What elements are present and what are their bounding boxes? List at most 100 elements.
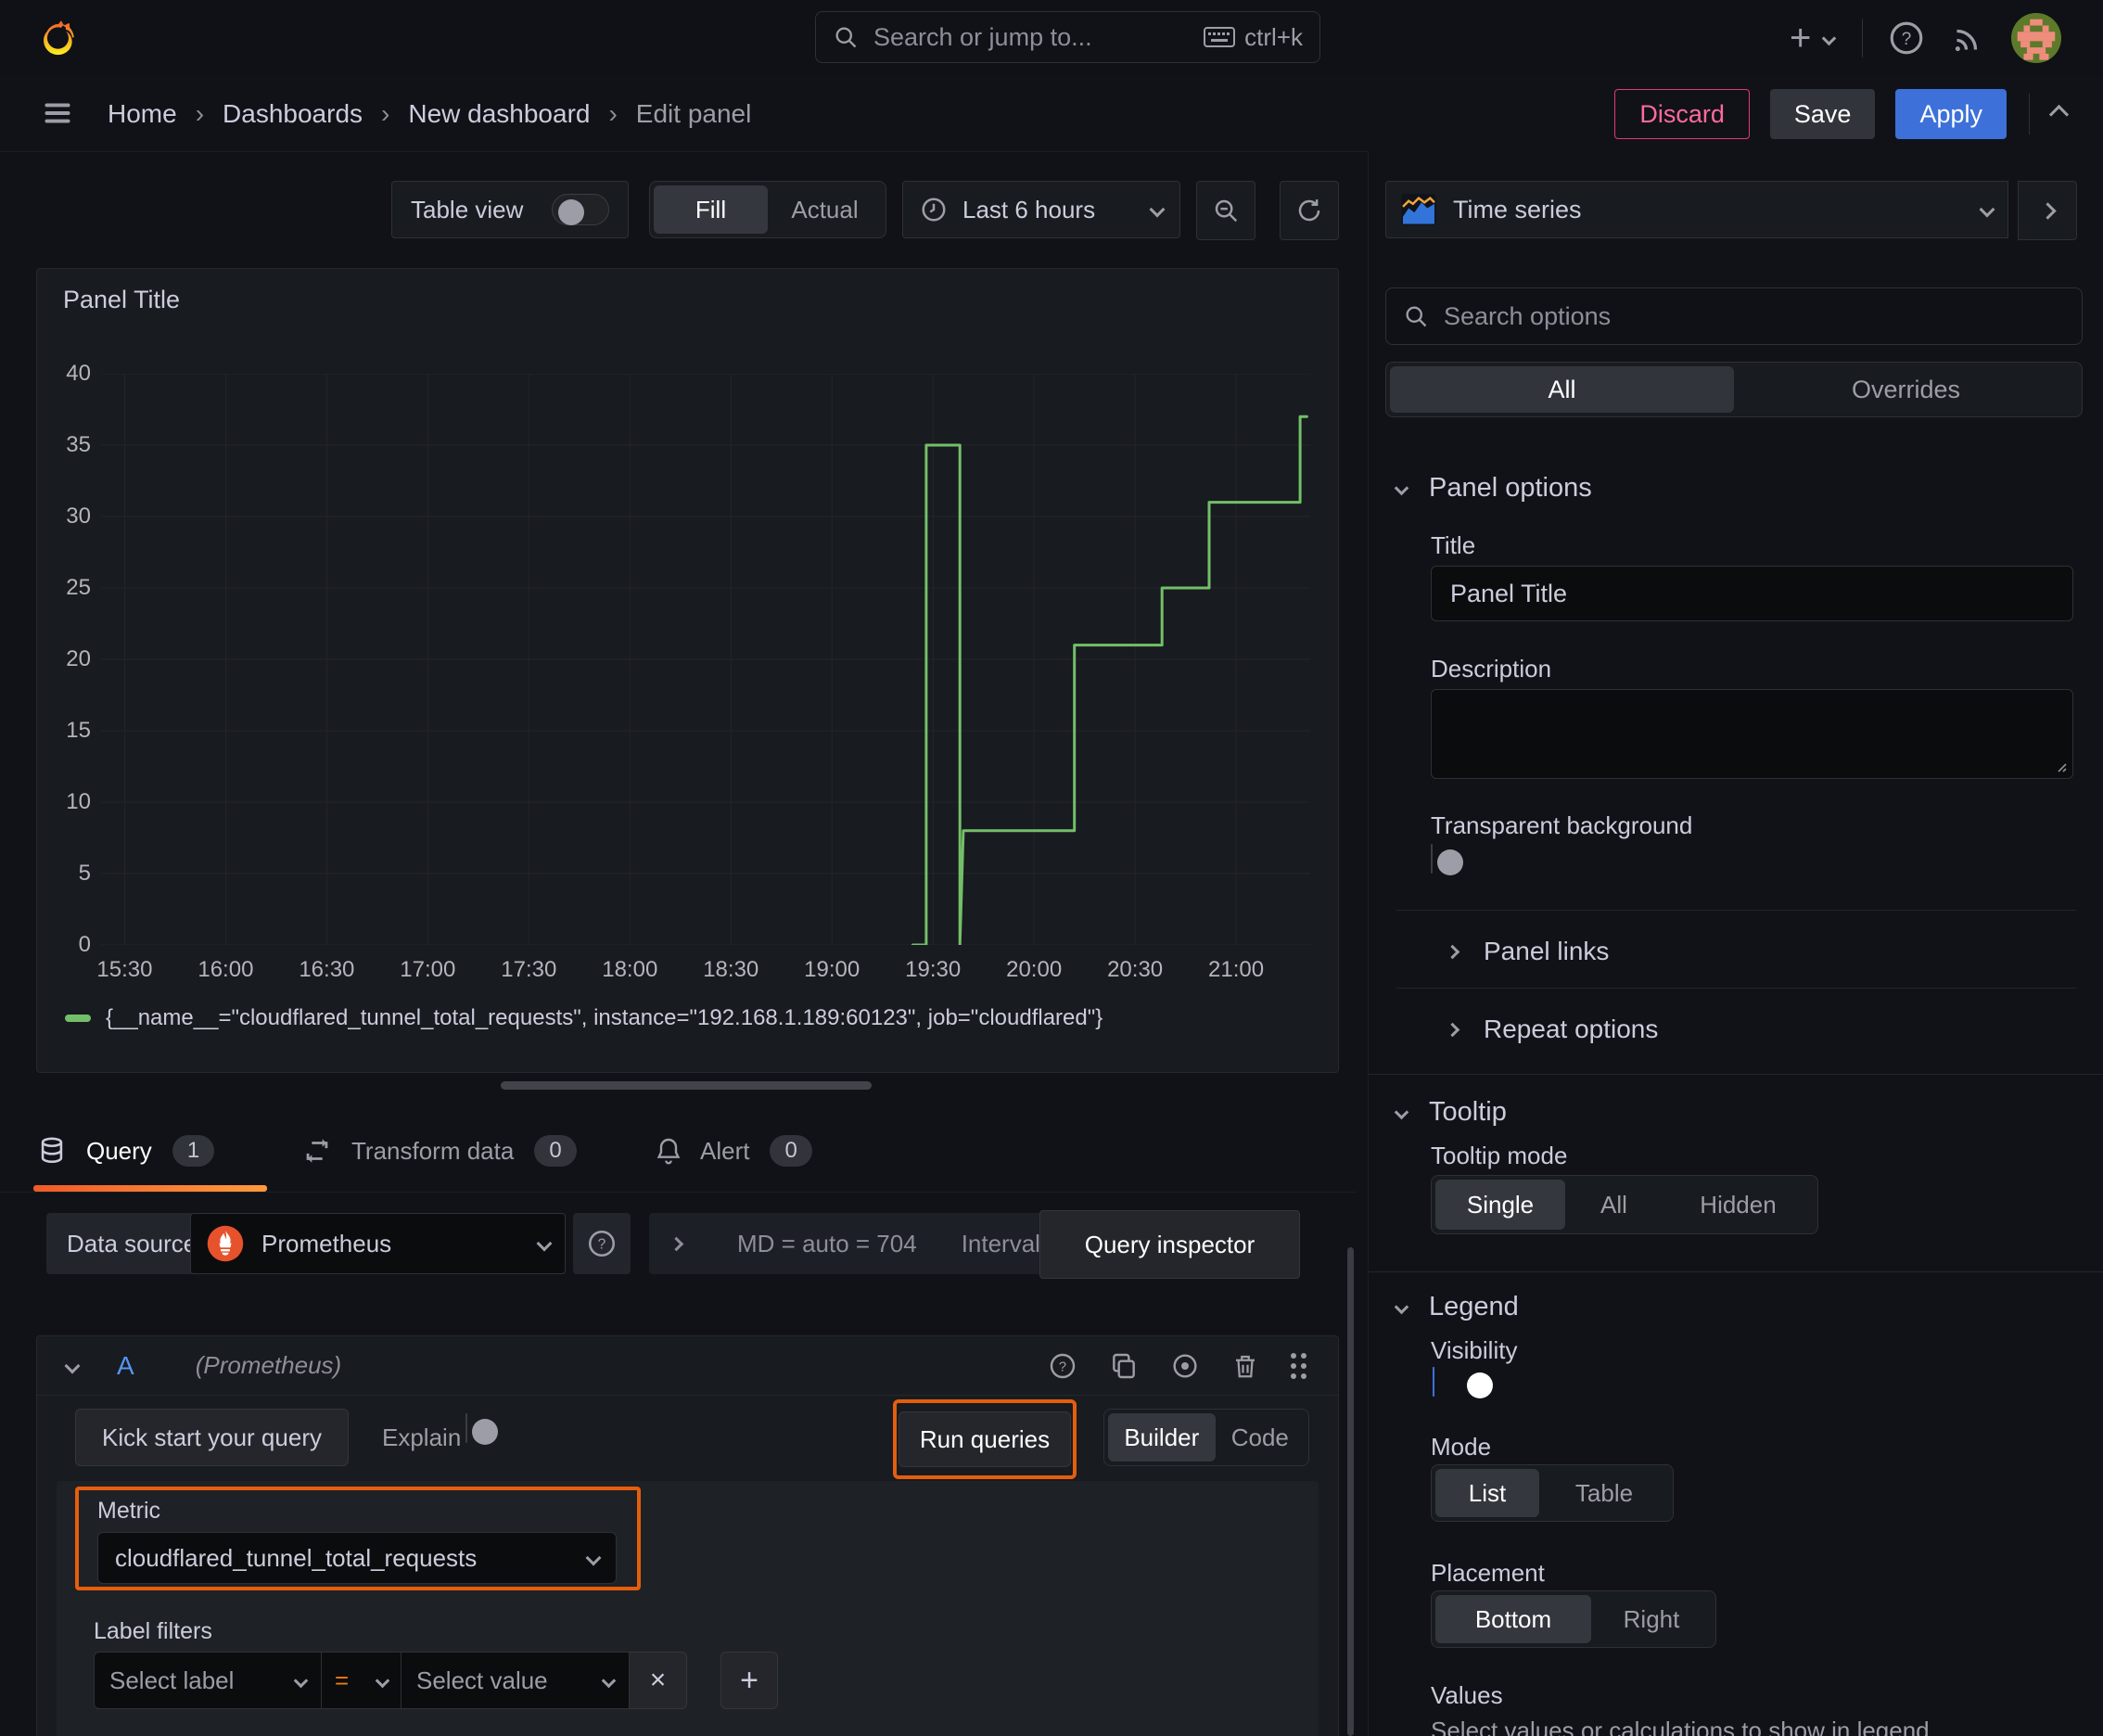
code-option[interactable]: Code: [1216, 1413, 1305, 1462]
breadcrumb-new-dashboard[interactable]: New dashboard: [408, 99, 590, 129]
metric-chevron-icon: [585, 1550, 602, 1566]
svg-text:?: ?: [1059, 1359, 1066, 1374]
tooltip-mode-label: Tooltip mode: [1431, 1142, 1568, 1169]
tooltip-hidden-option[interactable]: Hidden: [1663, 1180, 1814, 1230]
options-search-box[interactable]: [1385, 287, 2083, 345]
table-view-toggle[interactable]: [552, 194, 609, 225]
global-search-box[interactable]: ctrl+k: [815, 11, 1320, 63]
menu-hamburger-icon[interactable]: [39, 96, 76, 130]
builder-option[interactable]: Builder: [1108, 1413, 1216, 1462]
save-button[interactable]: Save: [1769, 89, 1876, 139]
expand-stats-chevron-icon[interactable]: [669, 1236, 684, 1251]
operator-value: =: [335, 1666, 350, 1694]
fill-option[interactable]: Fill: [654, 185, 768, 234]
add-chevron-down-icon[interactable]: [1822, 31, 1837, 45]
select-label-dropdown[interactable]: Select label: [94, 1652, 322, 1709]
legend-visibility-toggle[interactable]: [1433, 1367, 1434, 1397]
panel-options-chevron-icon: [1394, 480, 1409, 495]
tab-query[interactable]: Query 1: [36, 1116, 215, 1186]
breadcrumb-dashboards[interactable]: Dashboards: [223, 99, 363, 129]
explain-toggle[interactable]: [465, 1413, 467, 1443]
tooltip-chevron-icon: [1394, 1104, 1409, 1119]
query-row-header[interactable]: A (Prometheus) ?: [37, 1336, 1338, 1396]
visualization-picker[interactable]: Time series: [1385, 181, 2008, 238]
actual-option[interactable]: Actual: [768, 185, 882, 234]
add-icon[interactable]: +: [1790, 19, 1811, 57]
tab-all[interactable]: All: [1390, 366, 1734, 413]
time-series-chart[interactable]: [101, 374, 1310, 945]
grafana-logo-icon[interactable]: [33, 15, 80, 61]
refresh-icon: [1295, 197, 1323, 224]
options-search-input[interactable]: [1442, 300, 2065, 332]
run-queries-highlight-box: Run queries: [893, 1399, 1077, 1479]
x-tick-label: 20:00: [1006, 957, 1063, 982]
transform-icon: [301, 1135, 333, 1167]
metric-select[interactable]: cloudflared_tunnel_total_requests: [97, 1532, 617, 1584]
legend-placement-bottom[interactable]: Bottom: [1435, 1595, 1591, 1643]
datasource-picker[interactable]: Prometheus: [190, 1213, 566, 1274]
panel-title[interactable]: Panel Title: [63, 286, 180, 314]
operator-dropdown[interactable]: =: [322, 1652, 401, 1709]
tab-alert[interactable]: Alert 0: [654, 1116, 812, 1186]
user-avatar[interactable]: [2011, 13, 2062, 63]
explain-label: Explain: [382, 1423, 462, 1451]
collapse-options-button[interactable]: [2018, 181, 2077, 240]
time-range-label: Last 6 hours: [962, 195, 1096, 223]
y-tick-label: 35: [66, 432, 91, 457]
panel-options-header[interactable]: Panel options: [1394, 471, 1592, 504]
query-ref-id[interactable]: A: [117, 1351, 134, 1381]
run-queries-button[interactable]: Run queries: [898, 1411, 1072, 1467]
tab-transform-count: 0: [534, 1135, 577, 1167]
delete-query-trash-icon[interactable]: [1231, 1351, 1259, 1381]
collapse-options-chevron-icon: [2038, 201, 2057, 220]
add-filter-button[interactable]: +: [720, 1652, 778, 1709]
vertical-scrollbar[interactable]: [1347, 1247, 1354, 1736]
chart-legend[interactable]: {__name__="cloudflared_tunnel_total_requ…: [65, 1002, 1102, 1035]
horizontal-scrollbar[interactable]: [501, 1081, 872, 1090]
zoom-out-button[interactable]: [1196, 181, 1255, 240]
tab-transform[interactable]: Transform data 0: [301, 1116, 577, 1186]
repeat-options-header[interactable]: Repeat options: [1445, 1006, 1658, 1053]
kick-start-query-button[interactable]: Kick start your query: [75, 1409, 349, 1466]
question-circle-icon: ?: [586, 1228, 618, 1259]
options-pane: Time series All Overrides Panel options …: [1368, 151, 2103, 1736]
query-collapse-chevron-icon[interactable]: [64, 1358, 81, 1373]
tooltip-all-option[interactable]: All: [1565, 1180, 1663, 1230]
datasource-help-button[interactable]: ?: [573, 1213, 631, 1274]
breadcrumb-home[interactable]: Home: [108, 99, 177, 129]
legend-mode-list[interactable]: List: [1435, 1469, 1539, 1517]
resize-handle-icon[interactable]: [2053, 759, 2068, 773]
legend-header[interactable]: Legend: [1394, 1290, 1519, 1323]
bell-icon: [654, 1136, 683, 1166]
search-input[interactable]: [872, 21, 1204, 53]
duplicate-query-icon[interactable]: [1109, 1351, 1139, 1381]
tab-alert-count: 0: [770, 1135, 812, 1167]
tab-overrides[interactable]: Overrides: [1734, 366, 2078, 413]
news-rss-icon[interactable]: [1950, 19, 1987, 57]
panel-links-label: Panel links: [1484, 937, 1610, 965]
legend-chevron-icon: [1394, 1299, 1409, 1314]
help-icon[interactable]: ?: [1887, 19, 1926, 57]
hide-response-eye-icon[interactable]: [1170, 1351, 1200, 1381]
panel-links-header[interactable]: Panel links: [1445, 928, 1610, 975]
refresh-button[interactable]: [1280, 181, 1339, 240]
collapse-header-chevron-icon[interactable]: [2048, 104, 2070, 124]
transparent-bg-toggle[interactable]: [1431, 844, 1433, 874]
query-help-icon[interactable]: ?: [1048, 1351, 1077, 1381]
time-range-picker[interactable]: Last 6 hours: [902, 181, 1180, 238]
tooltip-single-option[interactable]: Single: [1435, 1180, 1565, 1230]
drag-handle-icon[interactable]: [1291, 1352, 1306, 1379]
legend-mode-table[interactable]: Table: [1539, 1469, 1669, 1517]
discard-button[interactable]: Discard: [1614, 89, 1750, 139]
panel-description-textarea[interactable]: [1431, 689, 2073, 779]
search-icon: [833, 24, 859, 50]
x-tick-label: 20:30: [1107, 957, 1164, 982]
legend-series-marker: [65, 1015, 91, 1022]
remove-filter-button[interactable]: ×: [630, 1652, 687, 1709]
apply-button[interactable]: Apply: [1895, 89, 2007, 139]
panel-title-input[interactable]: [1431, 566, 2073, 621]
tooltip-header[interactable]: Tooltip: [1394, 1095, 1507, 1129]
query-inspector-button[interactable]: Query inspector: [1039, 1210, 1300, 1279]
select-value-dropdown[interactable]: Select value: [401, 1652, 630, 1709]
legend-placement-right[interactable]: Right: [1591, 1595, 1712, 1643]
